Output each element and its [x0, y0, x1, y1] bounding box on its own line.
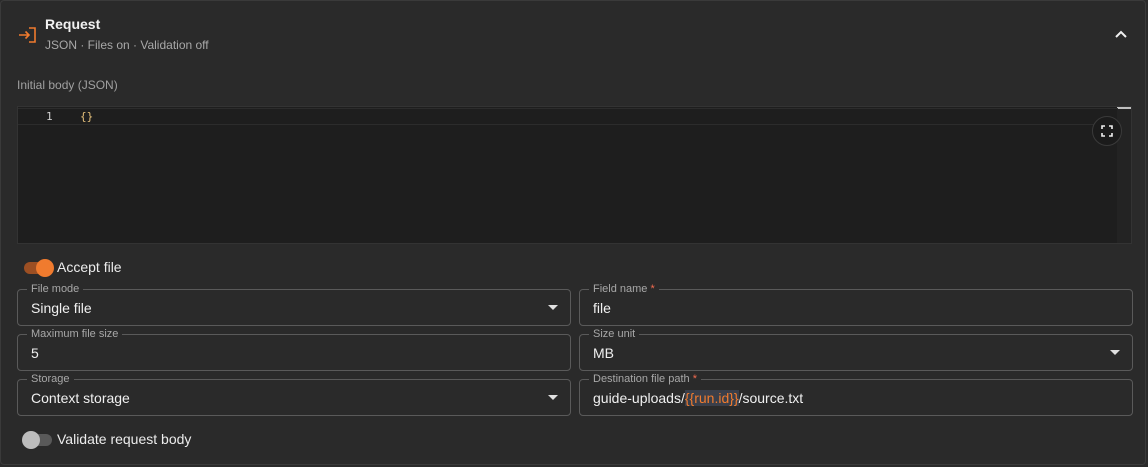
chevron-up-icon[interactable] — [1111, 26, 1131, 44]
size-unit-value: MB — [593, 345, 614, 361]
destination-path-value: guide-uploads/{{run.id}}/source.txt — [593, 390, 803, 406]
file-mode-select[interactable]: File mode Single file — [17, 283, 571, 326]
panel-title: Request — [45, 16, 101, 32]
input-arrow-icon — [19, 27, 36, 43]
editor-scroll-thumb[interactable] — [1117, 107, 1131, 109]
json-body-editor[interactable]: 1 {} — [17, 106, 1132, 244]
storage-label: Storage — [27, 373, 74, 385]
line-number: 1 — [46, 110, 53, 123]
size-unit-select[interactable]: Size unit MB — [579, 328, 1133, 371]
code-line[interactable]: {} — [80, 110, 93, 123]
dropdown-caret-icon — [548, 395, 558, 400]
field-name-label: Field name * — [589, 283, 659, 295]
max-file-size-value: 5 — [31, 345, 39, 361]
template-token: {{run.id}} — [684, 390, 739, 406]
toggle-knob — [22, 431, 40, 449]
field-name-input[interactable]: Field name * file — [579, 283, 1133, 326]
editor-active-line — [18, 108, 1118, 125]
storage-select[interactable]: Storage Context storage — [17, 373, 571, 416]
size-unit-label: Size unit — [589, 328, 640, 340]
path-prefix: guide-uploads/ — [593, 390, 685, 406]
file-mode-label: File mode — [27, 283, 84, 295]
validate-body-toggle[interactable] — [22, 431, 52, 449]
accept-file-toggle[interactable] — [24, 259, 54, 277]
accept-file-label: Accept file — [57, 259, 122, 275]
max-file-size-label: Maximum file size — [27, 328, 123, 340]
required-asterisk: * — [692, 373, 697, 385]
dropdown-caret-icon — [1110, 350, 1120, 355]
file-mode-value: Single file — [31, 300, 92, 316]
request-panel: Request JSON · Files on · Validation off… — [0, 0, 1146, 465]
required-asterisk: * — [650, 283, 655, 295]
fullscreen-button[interactable] — [1092, 116, 1122, 146]
max-file-size-input[interactable]: Maximum file size 5 — [17, 328, 571, 371]
destination-path-input[interactable]: Destination file path * guide-uploads/{{… — [579, 373, 1133, 416]
validate-body-label: Validate request body — [57, 431, 192, 447]
dropdown-caret-icon — [548, 305, 558, 310]
toggle-knob — [36, 259, 54, 277]
body-editor-label: Initial body (JSON) — [17, 78, 118, 92]
fullscreen-icon — [1101, 125, 1113, 137]
path-suffix: /source.txt — [738, 390, 804, 406]
field-name-value: file — [593, 300, 611, 316]
panel-subtitle: JSON · Files on · Validation off — [45, 38, 209, 52]
storage-value: Context storage — [31, 390, 130, 406]
destination-path-label: Destination file path * — [589, 373, 701, 385]
